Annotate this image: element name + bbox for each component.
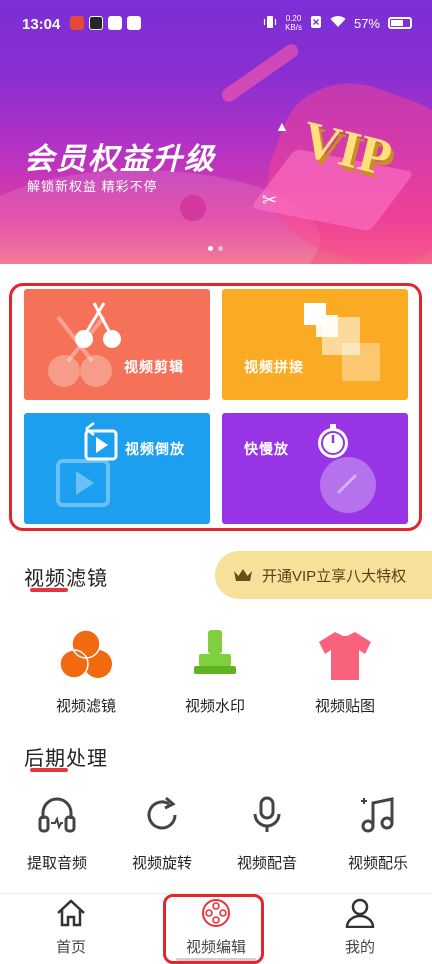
microphone-icon <box>253 796 281 832</box>
tile-speed-change[interactable]: 快慢放 <box>222 413 408 524</box>
headphones-icon <box>38 797 76 833</box>
scissors-decoration-icon: ✂ <box>262 190 278 210</box>
battery-percent: 57% <box>353 15 380 31</box>
section-title-filters: 视频滤镜 <box>24 568 108 590</box>
color-circles-icon <box>59 629 112 679</box>
feature-video-watermark[interactable]: 视频水印 <box>160 628 270 716</box>
notification-icons <box>70 16 141 30</box>
person-icon <box>345 898 375 929</box>
tool-background-music[interactable]: 视频配乐 <box>328 795 428 873</box>
system-status: 0.20 KB/s 57% <box>263 14 412 32</box>
stamp-icon <box>194 630 236 674</box>
music-note-icon <box>361 797 394 833</box>
network-speed-unit: KB/s <box>285 23 302 32</box>
home-indicator-bar <box>176 958 256 961</box>
home-icon <box>57 899 85 927</box>
network-speed: 0.20 KB/s <box>285 14 302 32</box>
cursor-decoration-icon: ▲ <box>275 118 289 134</box>
nav-highlight-outline <box>163 894 264 964</box>
pager-dot <box>218 246 223 251</box>
stack-squares-icon <box>304 303 380 381</box>
battery-icon <box>388 17 412 29</box>
nav-profile[interactable]: 我的 <box>305 898 415 957</box>
status-time: 13:04 <box>22 16 61 33</box>
feature-video-sticker[interactable]: 视频贴图 <box>290 628 400 716</box>
network-speed-value: 0.20 <box>285 14 302 23</box>
reverse-play-icon <box>56 422 118 507</box>
message-notification-icon <box>127 16 141 30</box>
tile-label: 快慢放 <box>244 441 289 457</box>
tool-voiceover[interactable]: 视频配音 <box>217 795 317 873</box>
tile-video-reverse[interactable]: 视频倒放 <box>24 413 210 524</box>
tile-video-merge[interactable]: 视频拼接 <box>222 289 408 400</box>
tool-label: 视频配乐 <box>347 855 408 872</box>
vip-3d-text-icon: VIP VIP <box>300 112 396 186</box>
pager-dot-active <box>208 246 213 251</box>
feature-label: 视频贴图 <box>314 698 375 715</box>
feature-video-filter[interactable]: 视频滤镜 <box>31 628 141 716</box>
nav-label: 我的 <box>344 939 375 956</box>
wifi-icon <box>330 15 346 31</box>
tshirt-icon <box>319 632 371 680</box>
banner-title[interactable]: 会员权益升级 <box>24 134 216 178</box>
header-banner-area: 13:04 0.20 KB/s 57% VIP VIP ✂ ▲ 会员权益升级 解… <box>0 0 432 264</box>
section-title-underline <box>30 588 68 592</box>
sim-off-icon <box>310 15 322 32</box>
banner-subtitle: 解锁新权益 精彩不停 <box>27 179 158 194</box>
status-bar: 13:04 0.20 KB/s 57% <box>0 0 432 50</box>
tool-extract-audio[interactable]: 提取音频 <box>7 795 107 873</box>
tool-label: 视频配音 <box>236 855 297 872</box>
vip-text: VIP <box>300 112 396 186</box>
banner-pager <box>208 246 223 251</box>
vibrate-icon <box>263 15 277 32</box>
tile-video-cut[interactable]: 视频剪辑 <box>24 289 210 400</box>
vip-promo-label: 开通VIP立享八大特权 <box>262 567 407 585</box>
rotate-icon <box>147 796 177 830</box>
tile-label: 视频倒放 <box>125 441 185 457</box>
tile-label: 视频剪辑 <box>124 359 184 375</box>
crown-icon <box>234 569 252 581</box>
feature-label: 视频水印 <box>184 698 245 715</box>
nav-label: 首页 <box>55 939 86 956</box>
tool-label: 提取音频 <box>26 855 87 872</box>
nav-home[interactable]: 首页 <box>16 898 126 957</box>
vip-promo-button[interactable]: 开通VIP立享八大特权 <box>215 551 432 599</box>
section-title-post: 后期处理 <box>24 748 108 770</box>
banner-decoration <box>219 41 301 105</box>
scissors-icon <box>48 302 121 387</box>
app-notification-icon <box>70 16 84 30</box>
feature-label: 视频滤镜 <box>55 698 116 715</box>
tool-label: 视频旋转 <box>131 855 192 872</box>
banner-decoration <box>180 195 206 221</box>
video-app-notification-icon <box>89 16 103 30</box>
tool-rotate-video[interactable]: 视频旋转 <box>112 795 212 873</box>
section-title-underline <box>30 768 68 772</box>
speed-dial-icon <box>318 424 376 513</box>
swirl-app-notification-icon <box>108 16 122 30</box>
tile-label: 视频拼接 <box>244 359 304 375</box>
